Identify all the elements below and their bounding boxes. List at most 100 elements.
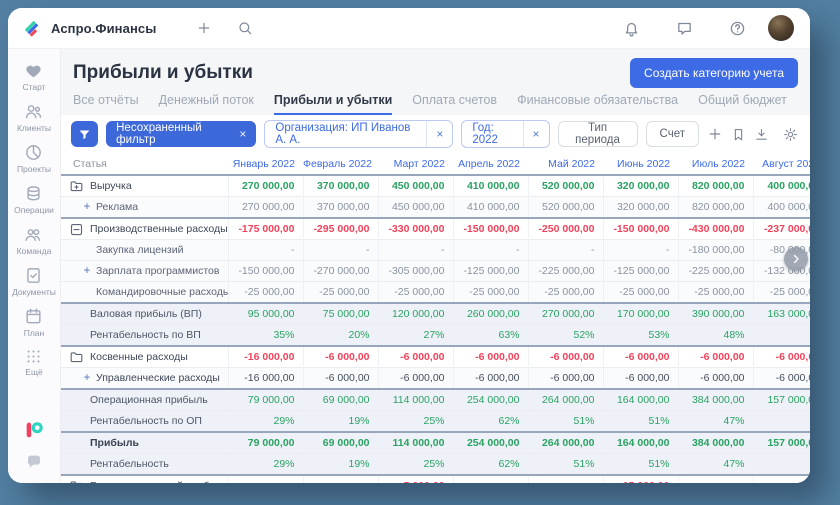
row-label-cell[interactable]: +Зарплата программистов — [61, 261, 228, 282]
value-cell: 51% — [528, 411, 603, 433]
value-cell: 35% — [228, 325, 303, 347]
tab-general-budget[interactable]: Общий бюджет — [698, 91, 787, 115]
row-label: Операционная прибыль — [90, 394, 208, 406]
value-cell: - — [678, 475, 753, 483]
value-cell: -6 000,00 — [303, 346, 378, 368]
bookmark-icon[interactable] — [731, 127, 746, 142]
month-header[interactable]: Январь 2022 — [228, 153, 303, 175]
value-cell: -16 000,00 — [228, 368, 303, 390]
value-cell: -125 000,00 — [453, 261, 528, 282]
filter-chip-close-icon[interactable]: × — [426, 121, 452, 147]
filter-bar: Несохраненный фильтр × Организация: ИП И… — [61, 115, 810, 153]
download-icon[interactable] — [754, 127, 769, 142]
sidebar: СтартКлиентыПроектыОперацииКоманда Докуме… — [8, 49, 61, 483]
row-label: Рентабельность по ОП — [90, 415, 202, 427]
product-logo-icon[interactable] — [23, 419, 45, 441]
value-cell: 164 000,00 — [603, 432, 678, 454]
tab-profit-loss[interactable]: Прибыли и убытки — [274, 91, 392, 115]
value-cell: 820 000,00 — [678, 175, 753, 197]
month-header[interactable]: Февраль 2022 — [303, 153, 378, 175]
filter-button-period-type[interactable]: Тип периода — [558, 121, 638, 147]
value-cell: -180 000,00 — [678, 240, 753, 261]
sidebar-item-start[interactable]: Старт — [12, 56, 56, 97]
value-cell: 114 000,00 — [378, 432, 453, 454]
month-header[interactable]: Апрель 2022 — [453, 153, 528, 175]
sidebar-item-documents[interactable]: Документы — [12, 261, 56, 302]
value-cell: -15 000,00 — [603, 475, 678, 483]
report-panel: Несохраненный фильтр × Организация: ИП И… — [61, 115, 810, 483]
filter-button-account[interactable]: Счет — [646, 121, 699, 147]
sidebar-item-label: План — [24, 328, 45, 338]
row-label: Валовая прибыль (ВП) — [90, 308, 202, 320]
value-cell: -237 000,00 — [753, 218, 810, 240]
value-cell: -25 000,00 — [528, 282, 603, 304]
value-cell: 20% — [303, 325, 378, 347]
row-label: Выручка — [90, 180, 132, 192]
row-label: Расходы до чистой прибыли — [90, 480, 228, 483]
expand-plus-icon[interactable]: + — [82, 265, 92, 277]
value-cell: 114 000,00 — [378, 389, 453, 411]
value-cell: 75 000,00 — [303, 303, 378, 325]
value-cell: 79 000,00 — [228, 389, 303, 411]
value-cell: 450 000,00 — [378, 197, 453, 219]
value-cell: 19% — [303, 411, 378, 433]
unsaved-filter-close-icon[interactable]: × — [239, 128, 246, 140]
row-label-cell: Рентабельность — [61, 454, 228, 476]
month-header[interactable]: Июнь 2022 — [603, 153, 678, 175]
dots-grid-icon — [25, 348, 42, 365]
value-cell: 390 000,00 — [678, 303, 753, 325]
row-label-cell[interactable]: + Реклама — [61, 197, 228, 219]
tab-financial-obligations[interactable]: Финансовые обязательства — [517, 91, 678, 115]
row-label: Реклама — [96, 201, 138, 213]
table-row: Косвенные расходы-16 000,00-6 000,00-6 0… — [61, 346, 810, 368]
add-filter-icon[interactable] — [707, 126, 723, 142]
row-label-cell[interactable]: Выручка — [61, 175, 228, 197]
settings-gear-icon[interactable] — [783, 127, 798, 142]
unsaved-filter-chip[interactable]: Несохраненный фильтр × — [106, 121, 256, 147]
sidebar-item-plan[interactable]: План — [12, 302, 56, 343]
filter-funnel-button[interactable] — [71, 121, 98, 147]
row-label-cell[interactable]: Косвенные расходы — [61, 346, 228, 368]
avatar[interactable] — [768, 15, 794, 41]
help-icon[interactable] — [729, 20, 746, 37]
scroll-right-button[interactable] — [784, 247, 808, 271]
value-cell: 270 000,00 — [228, 197, 303, 219]
value-cell: - — [228, 475, 303, 483]
filter-chip-organization[interactable]: Организация: ИП Иванов А. А.× — [264, 120, 453, 148]
folder-icon — [69, 479, 84, 484]
value-cell: 370 000,00 — [303, 175, 378, 197]
row-label-cell[interactable]: +Управленческие расходы — [61, 368, 228, 390]
tab-all-reports[interactable]: Все отчёты — [73, 91, 139, 115]
table-row: +Управленческие расходы-16 000,00-6 000,… — [61, 368, 810, 390]
month-header[interactable]: Июль 2022 — [678, 153, 753, 175]
row-label-cell[interactable]: Производственные расходы — [61, 218, 228, 240]
expand-plus-icon[interactable]: + — [82, 201, 92, 213]
sidebar-item-clients[interactable]: Клиенты — [12, 97, 56, 138]
tab-invoice-payment[interactable]: Оплата счетов — [412, 91, 497, 115]
value-cell: 51% — [603, 454, 678, 476]
filter-chip-close-icon[interactable]: × — [523, 121, 549, 147]
support-chat-icon[interactable] — [25, 453, 43, 471]
row-label-cell[interactable]: Расходы до чистой прибыли — [61, 475, 228, 483]
month-header[interactable]: Май 2022 — [528, 153, 603, 175]
sidebar-item-projects[interactable]: Проекты — [12, 138, 56, 179]
value-cell: 79 000,00 — [228, 432, 303, 454]
chat-icon[interactable] — [676, 20, 693, 37]
expand-plus-icon[interactable]: + — [82, 372, 92, 384]
create-category-button[interactable]: Создать категорию учета — [630, 58, 798, 88]
row-label: Закупка лицензий — [96, 244, 183, 256]
sidebar-item-more[interactable]: Ещё — [12, 343, 56, 382]
value-cell: -175 000,00 — [228, 218, 303, 240]
sidebar-item-operations[interactable]: Операции — [12, 179, 56, 220]
value-cell: 51% — [528, 454, 603, 476]
value-cell: -25 000,00 — [753, 282, 810, 304]
month-header[interactable]: Март 2022 — [378, 153, 453, 175]
month-header[interactable]: Август 2022 — [753, 153, 810, 175]
tab-cash-flow[interactable]: Денежный поток — [159, 91, 254, 115]
bell-icon[interactable] — [623, 20, 640, 37]
add-icon[interactable] — [196, 20, 213, 36]
filter-chip-year[interactable]: Год: 2022× — [461, 120, 549, 148]
sidebar-item-team[interactable]: Команда — [12, 220, 56, 261]
sidebar-item-label: Документы — [12, 287, 56, 297]
search-icon[interactable] — [237, 20, 253, 36]
